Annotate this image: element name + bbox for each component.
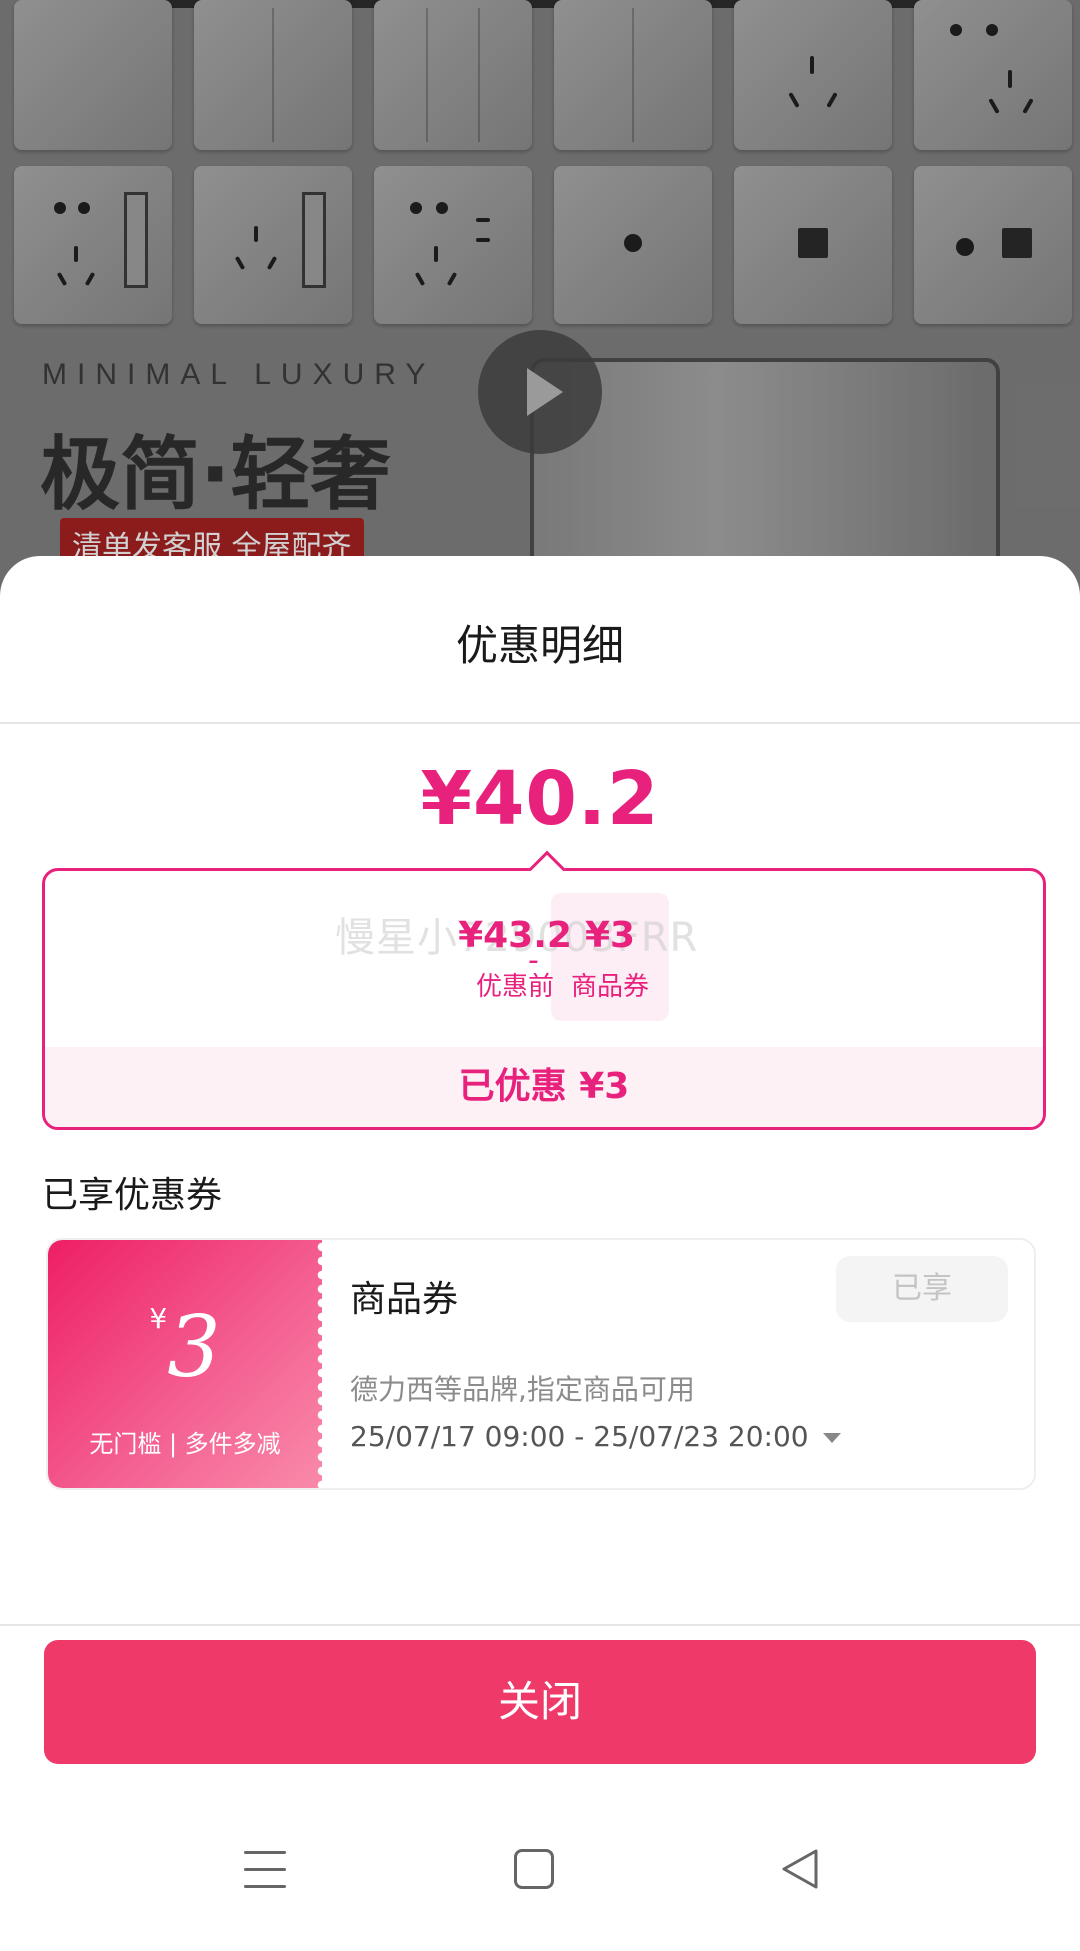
divider bbox=[0, 1624, 1080, 1626]
coupon-currency: ¥ bbox=[149, 1302, 168, 1335]
system-nav-bar bbox=[0, 1801, 1080, 1951]
menu-icon[interactable] bbox=[244, 1851, 286, 1891]
play-icon[interactable] bbox=[478, 330, 602, 454]
coupon-status-badge: 已享 bbox=[836, 1256, 1008, 1322]
product-image-background: MINIMAL LUXURY 极简·轻奢 清单发客服 全屋配齐 bbox=[0, 0, 1080, 600]
saved-amount: 已优惠 ¥3 bbox=[45, 1047, 1043, 1127]
coupon-deduction-label: 商品券 bbox=[570, 972, 649, 1002]
close-button[interactable]: 关闭 bbox=[44, 1640, 1036, 1764]
page: MINIMAL LUXURY 极简·轻奢 清单发客服 全屋配齐 优惠明细 ¥40… bbox=[0, 0, 1080, 1951]
chevron-down-icon[interactable] bbox=[822, 1433, 841, 1443]
back-icon[interactable] bbox=[780, 1847, 820, 1891]
coupon-name: 商品券 bbox=[350, 1279, 459, 1320]
divider bbox=[0, 722, 1080, 724]
pointer-notch bbox=[528, 850, 566, 888]
home-icon[interactable] bbox=[514, 1849, 554, 1889]
price-breakdown-box: 慢星小729003FRR ¥43.2 优惠前 - ¥3 商品券 已优惠 ¥3 bbox=[42, 850, 1046, 1130]
coupon-deduction-item: ¥3 商品券 bbox=[551, 915, 669, 1003]
final-price: ¥40.2 bbox=[420, 756, 660, 842]
overlay-dim bbox=[0, 0, 1080, 600]
coupon-amount: ¥3 bbox=[48, 1298, 322, 1396]
discount-detail-sheet: 优惠明细 ¥40.2 慢星小729003FRR ¥43.2 优惠前 - ¥3 商… bbox=[0, 556, 1080, 1951]
coupon-amount-value: 3 bbox=[167, 1298, 221, 1396]
coupon-condition: 无门槛 | 多件多减 bbox=[89, 1430, 281, 1458]
section-label-applied-coupons: 已享优惠券 bbox=[42, 1175, 223, 1216]
coupon-deduction-value: ¥3 bbox=[584, 915, 636, 956]
coupon-validity[interactable]: 25/07/17 09:00 - 25/07/23 20:00 bbox=[350, 1420, 841, 1453]
coupon-card[interactable]: ¥3 无门槛 | 多件多减 商品券 已享 德力西等品牌,指定商品可用 25/07… bbox=[46, 1238, 1036, 1490]
minus-sign: - bbox=[528, 943, 539, 978]
coupon-description: 德力西等品牌,指定商品可用 bbox=[350, 1373, 695, 1406]
coupon-validity-text: 25/07/17 09:00 - 25/07/23 20:00 bbox=[350, 1420, 809, 1453]
coupon-value-panel: ¥3 无门槛 | 多件多减 bbox=[48, 1240, 328, 1488]
sheet-title: 优惠明细 bbox=[455, 621, 624, 670]
